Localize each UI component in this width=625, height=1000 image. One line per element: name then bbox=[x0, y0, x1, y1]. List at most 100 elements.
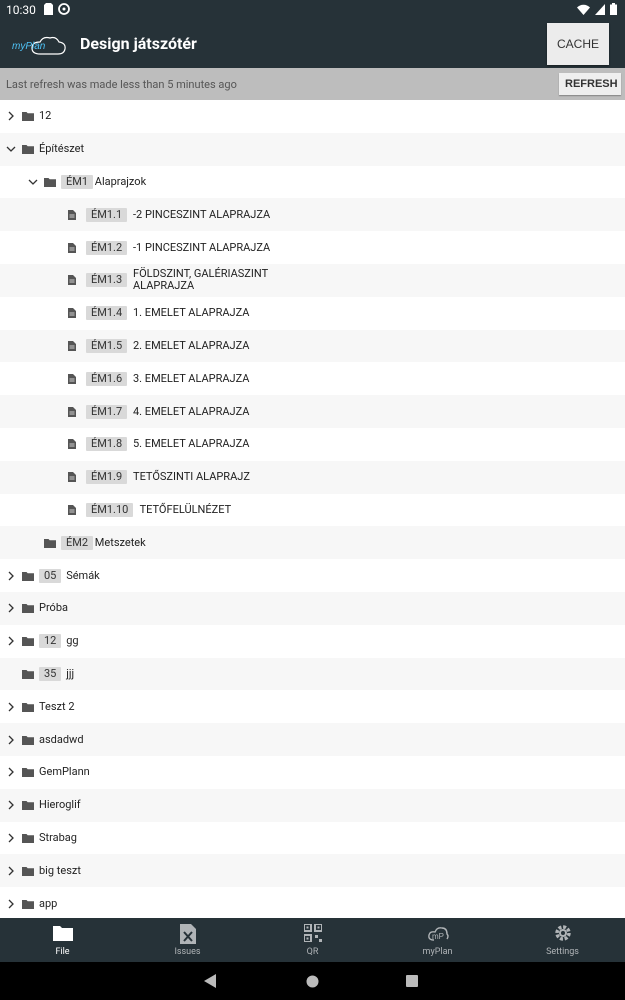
item-code-badge: ÉM2 bbox=[61, 535, 94, 550]
document-item[interactable]: ÉM1.4 1. EMELET ALAPRAJZA bbox=[0, 297, 625, 330]
item-label: gg bbox=[66, 634, 79, 648]
back-icon[interactable] bbox=[204, 974, 216, 988]
sim-card-icon bbox=[44, 3, 53, 15]
document-icon bbox=[68, 242, 76, 253]
item-code-badge: ÉM1.7 bbox=[86, 404, 128, 419]
folder-item[interactable]: 35 jjj bbox=[0, 657, 625, 691]
document-item[interactable]: ÉM1.1 -2 PINCESZINT ALAPRAJZA bbox=[0, 198, 625, 232]
folder-icon bbox=[22, 604, 34, 614]
item-label: -1 PINCESZINT ALAPRAJZA bbox=[133, 240, 271, 254]
home-icon[interactable] bbox=[306, 975, 319, 988]
document-item[interactable]: ÉM1.3 FÖLDSZINT, GALÉRIASZINT ALAPRAJZA bbox=[0, 264, 625, 297]
nav-qr-label: QR bbox=[306, 947, 319, 957]
document-item[interactable]: ÉM1.9 TETŐSZINTI ALAPRAJZ bbox=[0, 460, 625, 494]
folder-icon bbox=[22, 669, 34, 679]
document-icon bbox=[68, 275, 76, 286]
nav-settings[interactable]: Settings bbox=[500, 918, 625, 962]
folder-item[interactable]: Építészet bbox=[0, 132, 625, 166]
recents-icon[interactable] bbox=[406, 975, 418, 987]
document-item[interactable]: ÉM1.5 2. EMELET ALAPRAJZA bbox=[0, 329, 625, 363]
chevron-right-icon[interactable] bbox=[6, 767, 16, 777]
svg-text:mP: mP bbox=[432, 932, 444, 941]
chevron-right-icon[interactable] bbox=[6, 571, 16, 581]
chevron-right-icon[interactable] bbox=[6, 636, 16, 646]
folder-item[interactable]: big teszt bbox=[0, 854, 625, 888]
folder-icon bbox=[22, 112, 34, 122]
document-item[interactable]: ÉM1.6 3. EMELET ALAPRAJZA bbox=[0, 362, 625, 395]
document-icon bbox=[68, 373, 76, 384]
chevron-down-icon[interactable] bbox=[28, 177, 38, 187]
cache-button[interactable]: CACHE bbox=[547, 23, 609, 65]
item-code-badge: ÉM1.4 bbox=[86, 306, 128, 321]
folder-icon bbox=[22, 768, 34, 778]
logo-text: myPlan bbox=[12, 41, 46, 52]
folder-item[interactable]: ÉM1 Alaprajzok bbox=[0, 166, 625, 199]
item-label: Próba bbox=[39, 601, 68, 615]
folder-icon bbox=[44, 538, 56, 548]
item-label: asdadwd bbox=[39, 732, 84, 746]
item-label: 3. EMELET ALAPRAJZA bbox=[133, 371, 250, 385]
refresh-button[interactable]: REFRESH bbox=[559, 73, 621, 95]
document-item[interactable]: ÉM1.7 4. EMELET ALAPRAJZA bbox=[0, 395, 625, 428]
document-icon bbox=[68, 340, 76, 351]
sync-icon bbox=[58, 3, 70, 15]
folder-item[interactable]: ÉM2 Metszetek bbox=[0, 526, 625, 560]
item-code-badge: 35 bbox=[39, 666, 62, 681]
folder-item[interactable]: Teszt 2 bbox=[0, 690, 625, 723]
folder-item[interactable]: 12 gg bbox=[0, 625, 625, 658]
folder-item[interactable]: 12 bbox=[0, 100, 625, 133]
folder-item[interactable]: Hieroglif bbox=[0, 788, 625, 822]
chevron-right-icon[interactable] bbox=[6, 899, 16, 909]
document-icon bbox=[68, 406, 76, 417]
myplan-icon: mP bbox=[427, 927, 449, 941]
bottom-navigation: File Issues QR mP myPlan Settings bbox=[0, 918, 625, 962]
wifi-icon bbox=[577, 4, 590, 15]
folder-item[interactable]: Strabag bbox=[0, 822, 625, 855]
folder-icon bbox=[52, 926, 73, 941]
document-icon bbox=[68, 504, 76, 515]
document-icon bbox=[68, 439, 76, 450]
item-label: Hieroglif bbox=[39, 798, 81, 812]
folder-item[interactable]: 05 Sémák bbox=[0, 559, 625, 592]
refresh-bar: Last refresh was made less than 5 minute… bbox=[0, 68, 625, 100]
nav-issues[interactable]: Issues bbox=[125, 918, 250, 962]
folder-icon bbox=[22, 899, 34, 909]
document-item[interactable]: ÉM1.8 5. EMELET ALAPRAJZA bbox=[0, 428, 625, 461]
nav-issues-label: Issues bbox=[174, 947, 201, 957]
document-item[interactable]: ÉM1.2 -1 PINCESZINT ALAPRAJZA bbox=[0, 231, 625, 264]
status-time: 10:30 bbox=[6, 3, 36, 17]
chevron-right-icon[interactable] bbox=[6, 866, 16, 876]
nav-file[interactable]: File bbox=[0, 918, 125, 962]
document-icon bbox=[68, 308, 76, 319]
item-code-badge: ÉM1.6 bbox=[86, 371, 128, 386]
item-label: 4. EMELET ALAPRAJZA bbox=[133, 404, 250, 418]
chevron-right-icon[interactable] bbox=[6, 800, 16, 810]
document-icon bbox=[68, 472, 76, 483]
nav-qr[interactable]: QR bbox=[250, 918, 375, 962]
folder-item[interactable]: asdadwd bbox=[0, 723, 625, 756]
chevron-right-icon[interactable] bbox=[6, 833, 16, 843]
myplan-logo: myPlan bbox=[12, 36, 66, 55]
folder-icon bbox=[22, 735, 34, 745]
chevron-right-icon[interactable] bbox=[6, 603, 16, 613]
nav-file-label: File bbox=[55, 947, 70, 957]
item-code-badge: ÉM1.10 bbox=[86, 502, 134, 517]
gear-icon bbox=[554, 925, 571, 941]
document-item[interactable]: ÉM1.10 TETŐFELÜLNÉZET bbox=[0, 494, 625, 527]
chevron-right-icon[interactable] bbox=[6, 735, 16, 745]
folder-item[interactable]: Próba bbox=[0, 592, 625, 625]
nav-myplan[interactable]: mP myPlan bbox=[375, 918, 500, 962]
app-bar: myPlan Design játszótér CACHE bbox=[0, 20, 625, 68]
chevron-right-icon[interactable] bbox=[6, 111, 16, 121]
item-label: TETŐSZINTI ALAPRAJZ bbox=[133, 470, 250, 484]
chevron-down-icon[interactable] bbox=[6, 144, 16, 154]
battery-icon bbox=[610, 3, 617, 15]
item-label: 2. EMELET ALAPRAJZA bbox=[133, 338, 250, 352]
document-icon bbox=[68, 209, 76, 220]
chevron-right-icon[interactable] bbox=[6, 702, 16, 712]
item-label: jjj bbox=[66, 666, 75, 680]
system-navigation-bar bbox=[0, 962, 625, 1000]
folder-icon bbox=[44, 177, 56, 187]
folder-item[interactable]: app bbox=[0, 887, 625, 918]
folder-item[interactable]: GemPlann bbox=[0, 756, 625, 789]
